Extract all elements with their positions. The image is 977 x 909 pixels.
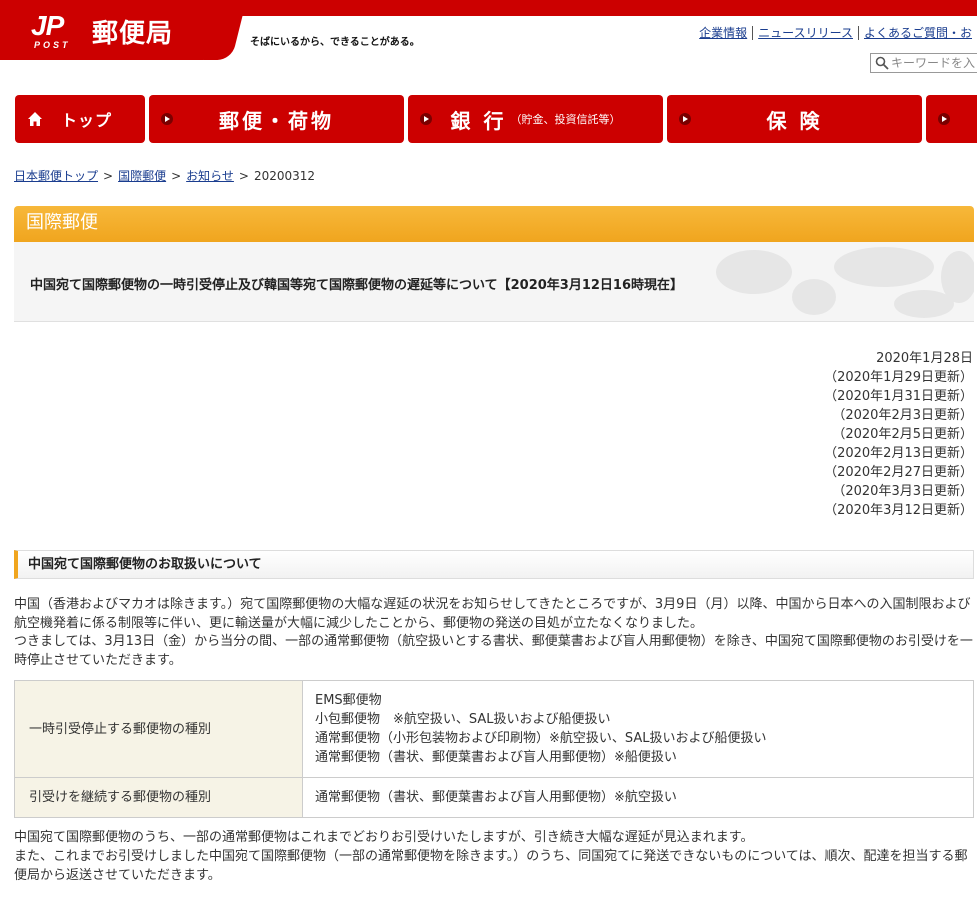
breadcrumb-separator: > <box>238 169 249 183</box>
nav-item-label: 郵便・荷物 <box>219 108 334 133</box>
home-icon <box>28 112 42 126</box>
table-value-line: EMS郵便物 <box>315 693 382 708</box>
chevron-right-icon <box>679 113 691 125</box>
update-dates: 2020年1月28日 （2020年1月29日更新） （2020年1月31日更新）… <box>824 349 973 520</box>
title-area: 中国宛て国際郵便物の一時引受停止及び韓国等宛て国際郵便物の遅延等について【202… <box>14 242 974 322</box>
table-value-line: 通常郵便物（書状、郵便葉書および盲人用郵便物）※航空扱い <box>315 790 677 805</box>
tagline: そばにいるから、できることがある。 <box>250 37 420 48</box>
section-heading: 中国宛て国際郵便物のお取扱いについて <box>14 550 974 579</box>
date-updated: （2020年2月3日更新） <box>832 408 973 423</box>
body-paragraph: また、これまでお引受けしました中国宛て国際郵便物（一部の通常郵便物を除きます。）… <box>14 849 968 883</box>
chevron-right-icon <box>161 113 173 125</box>
date-updated: （2020年1月29日更新） <box>824 370 973 385</box>
table-row: 引受けを継続する郵便物の種別 通常郵便物（書状、郵便葉書および盲人用郵便物）※航… <box>14 777 974 818</box>
logo-mark-text: JP <box>31 10 64 41</box>
body-paragraph: 中国（香港およびマカオは除きます。）宛て国際郵便物の大幅な遅延の状況をお知らせし… <box>14 597 971 631</box>
table-value-line: 通常郵便物（小形包装物および印刷物）※航空扱い、SAL扱いおよび船便扱い <box>315 731 767 746</box>
logo-block[interactable]: JP POST 郵便局 <box>0 0 225 60</box>
logo-text: 郵便局 <box>92 19 174 49</box>
table-value-line: 通常郵便物（書状、郵便葉書および盲人用郵便物）※船便扱い <box>315 750 677 765</box>
table-row: 一時引受停止する郵便物の種別 EMS郵便物 小包郵便物 ※航空扱い、SAL扱いお… <box>14 680 974 778</box>
date-updated: （2020年1月31日更新） <box>824 389 973 404</box>
chevron-right-icon <box>938 113 950 125</box>
nav-item-mail[interactable]: 郵便・荷物 <box>149 95 404 143</box>
body-paragraph: つきましては、3月13日（金）から当分の間、一部の通常郵便物（航空扱いとする書状… <box>14 634 973 668</box>
nav-top-label: トップ <box>61 111 113 130</box>
utility-links: 企業情報 ニュースリリース よくあるご質問・お <box>694 26 977 40</box>
table-value: EMS郵便物 小包郵便物 ※航空扱い、SAL扱いおよび船便扱い 通常郵便物（小形… <box>302 680 974 778</box>
date-updated: （2020年2月13日更新） <box>824 446 973 461</box>
date-updated: （2020年3月12日更新） <box>824 503 973 518</box>
breadcrumb-current: 20200312 <box>253 169 316 183</box>
nav-item-insurance[interactable]: 保 険 <box>667 95 922 143</box>
jp-post-logo-icon: JP POST <box>31 10 79 51</box>
date-updated: （2020年3月3日更新） <box>832 484 973 499</box>
page-title: 中国宛て国際郵便物の一時引受停止及び韓国等宛て国際郵便物の遅延等について【202… <box>30 278 684 293</box>
chevron-right-icon <box>420 113 432 125</box>
nav-item-sublabel: （貯金、投資信託等） <box>510 113 621 126</box>
breadcrumb-separator: > <box>171 169 182 183</box>
util-link-faq[interactable]: よくあるご質問・お <box>857 26 977 40</box>
table-value-line: 小包郵便物 ※航空扱い、SAL扱いおよび船便扱い <box>315 712 611 727</box>
date-updated: （2020年2月5日更新） <box>832 427 973 442</box>
search-placeholder: キーワードを入 <box>891 56 976 70</box>
nav-item-label: 銀 行 <box>450 108 507 133</box>
mail-type-table: 一時引受停止する郵便物の種別 EMS郵便物 小包郵便物 ※航空扱い、SAL扱いお… <box>14 680 974 818</box>
util-link-news[interactable]: ニュースリリース <box>752 26 858 40</box>
logo-post-text: POST <box>34 40 71 50</box>
breadcrumb: 日本郵便トップ > 国際郵便 > お知らせ >20200312 <box>14 167 315 184</box>
breadcrumb-link-home[interactable]: 日本郵便トップ <box>14 169 98 183</box>
nav-item-more[interactable] <box>926 95 977 143</box>
search-icon <box>875 56 889 70</box>
date-original: 2020年1月28日 <box>876 351 973 366</box>
date-updated: （2020年2月27日更新） <box>824 465 973 480</box>
nav-item-label: 保 険 <box>766 108 823 133</box>
search-input[interactable]: キーワードを入 <box>870 53 977 73</box>
nav-item-top[interactable]: トップ <box>15 95 145 143</box>
breadcrumb-link-news[interactable]: お知らせ <box>186 169 234 183</box>
breadcrumb-link-international[interactable]: 国際郵便 <box>118 169 166 183</box>
table-label: 一時引受停止する郵便物の種別 <box>14 680 303 778</box>
util-link-company[interactable]: 企業情報 <box>694 26 752 40</box>
world-map-decoration <box>716 247 974 318</box>
nav-item-bank[interactable]: 銀 行 （貯金、投資信託等） <box>408 95 663 143</box>
breadcrumb-separator: > <box>103 169 114 183</box>
body-paragraph: 中国宛て国際郵便物のうち、一部の通常郵便物はこれまでどおりお引受けいたしますが、… <box>14 830 754 845</box>
category-heading: 国際郵便 <box>14 206 974 242</box>
table-label: 引受けを継続する郵便物の種別 <box>14 777 303 818</box>
table-value: 通常郵便物（書状、郵便葉書および盲人用郵便物）※航空扱い <box>302 777 974 818</box>
main-nav: トップ 郵便・荷物 銀 行 （貯金、投資信託等） 保 険 <box>15 95 977 143</box>
